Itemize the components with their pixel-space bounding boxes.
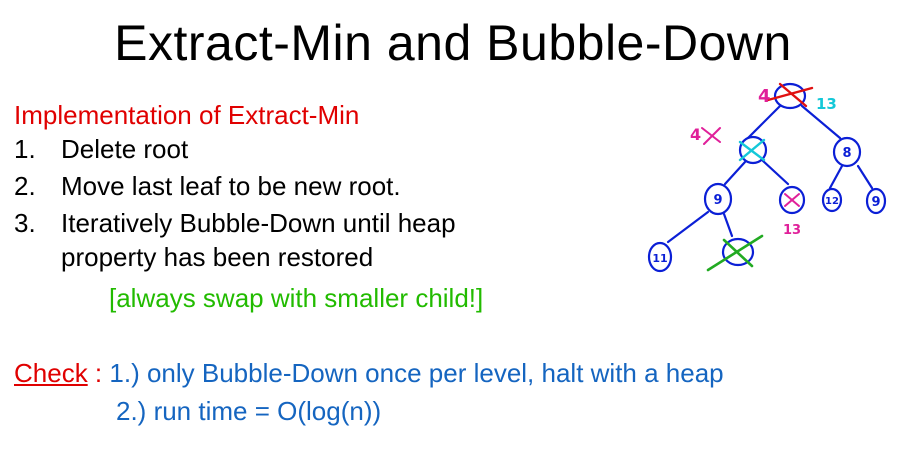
handwritten-number: 4: [758, 86, 771, 107]
node-label: 8: [842, 146, 851, 161]
node-label: 11: [652, 252, 667, 265]
node-label: 9: [871, 195, 880, 210]
left-right-annotations: 13: [783, 193, 801, 238]
handwritten-number: 4: [690, 125, 701, 144]
check-label: Check: [14, 358, 88, 388]
step-number: 2.: [14, 171, 36, 201]
node-label: 9: [713, 193, 722, 208]
section-heading: Implementation of Extract-Min: [14, 100, 360, 130]
check-line-1: Check : 1.) only Bubble-Down once per le…: [14, 358, 724, 389]
tree-nodes: [647, 82, 887, 273]
step-text: Move last leaf to be new root.: [61, 171, 401, 201]
heap-tree-diagram: 8 9 12 9 11 4 13 4 13: [647, 82, 887, 273]
node-label: 12: [825, 196, 839, 207]
step-number: 1.: [14, 134, 36, 164]
root-annotations: 4 13: [758, 82, 837, 113]
handwritten-number: 13: [783, 223, 801, 238]
check-colon: :: [87, 358, 103, 388]
step-text: Iteratively Bubble-Down until heap: [61, 208, 456, 238]
check-item-2: 2.) run time = O(log(n)): [116, 396, 382, 426]
step-3-continued: property has been restored: [61, 242, 374, 272]
handwritten-number: 13: [816, 95, 837, 113]
slide-title: Extract-Min and Bubble-Down: [114, 15, 792, 71]
step-text: Delete root: [61, 134, 189, 164]
check-item-1: 1.) only Bubble-Down once per level, hal…: [102, 358, 724, 388]
left-child-annotations: 4: [690, 125, 766, 162]
swap-note: [always swap with smaller child!]: [109, 283, 484, 313]
step-number: 3.: [14, 208, 36, 238]
